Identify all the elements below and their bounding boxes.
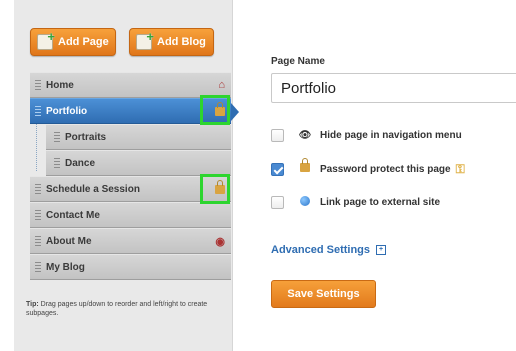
globe-icon bbox=[297, 195, 313, 209]
eye-icon: 👁 bbox=[298, 129, 312, 141]
key-icon: ⚿ bbox=[455, 161, 465, 176]
add-blog-button[interactable]: Add Blog bbox=[129, 28, 214, 56]
page-item-dance[interactable]: Dance bbox=[46, 150, 231, 176]
add-blog-label: Add Blog bbox=[157, 36, 206, 48]
advanced-settings-label: Advanced Settings bbox=[271, 244, 371, 256]
add-page-button[interactable]: Add Page bbox=[30, 28, 116, 56]
tip-body: Drag pages up/down to reorder and left/r… bbox=[26, 301, 208, 317]
page-item-contact-me[interactable]: Contact Me bbox=[30, 202, 231, 228]
highlight-box-schedule-lock bbox=[200, 174, 230, 204]
page-item-label: Schedule a Session bbox=[46, 183, 140, 195]
option-label: Link page to external site bbox=[320, 196, 441, 208]
page-item-label: Portfolio bbox=[46, 105, 88, 117]
add-blog-icon bbox=[136, 29, 154, 50]
page-item-label: Contact Me bbox=[46, 209, 100, 221]
page-item-my-blog[interactable]: My Blog bbox=[30, 254, 231, 280]
page-item-about-me[interactable]: About Me ◉ bbox=[30, 228, 231, 254]
tip-prefix: Tip: bbox=[26, 301, 39, 308]
password-protect-checkbox[interactable] bbox=[271, 162, 284, 176]
drag-handle-icon[interactable] bbox=[35, 236, 41, 246]
expand-icon: + bbox=[376, 245, 387, 255]
option-hide-in-nav[interactable]: 👁 Hide page in navigation menu bbox=[271, 126, 462, 144]
lock-icon bbox=[297, 158, 313, 175]
advanced-settings-link[interactable]: Advanced Settings + bbox=[271, 244, 387, 256]
tip-text: Tip: Drag pages up/down to reorder and l… bbox=[26, 300, 226, 318]
option-password-protect[interactable]: Password protect this page ⚿ bbox=[271, 158, 465, 178]
page-item-label: About Me bbox=[46, 235, 92, 247]
hidden-icon: ◉ bbox=[215, 235, 225, 248]
drag-handle-icon[interactable] bbox=[35, 106, 41, 116]
option-external-link[interactable]: Link page to external site bbox=[271, 193, 440, 211]
drag-handle-icon[interactable] bbox=[54, 132, 60, 142]
page-item-label: Dance bbox=[65, 157, 96, 169]
home-icon: ⌂ bbox=[218, 79, 225, 91]
drag-handle-icon[interactable] bbox=[35, 210, 41, 220]
page-item-label: Home bbox=[46, 79, 74, 91]
page-item-label: My Blog bbox=[46, 261, 85, 273]
add-page-label: Add Page bbox=[58, 36, 109, 48]
option-label: Hide page in navigation menu bbox=[320, 129, 462, 141]
save-settings-button[interactable]: Save Settings bbox=[271, 280, 376, 308]
drag-handle-icon[interactable] bbox=[54, 158, 60, 168]
page-item-portraits[interactable]: Portraits bbox=[46, 124, 231, 150]
external-link-checkbox[interactable] bbox=[271, 195, 284, 209]
highlight-box-portfolio-lock bbox=[200, 95, 230, 125]
drag-handle-icon[interactable] bbox=[35, 184, 41, 194]
page-settings-panel: Page Name 👁 Hide page in navigation menu… bbox=[234, 0, 516, 351]
option-label: Password protect this page bbox=[320, 163, 451, 175]
drag-handle-icon[interactable] bbox=[35, 262, 41, 272]
add-page-icon bbox=[37, 29, 55, 50]
drag-handle-icon[interactable] bbox=[35, 80, 41, 90]
sidebar: Add Page Add Blog Home ⌂ Portfolio Portr… bbox=[14, 0, 239, 351]
page-item-label: Portraits bbox=[65, 131, 107, 143]
page-name-label: Page Name bbox=[271, 56, 325, 67]
page-name-input[interactable] bbox=[271, 73, 516, 103]
hide-in-nav-checkbox[interactable] bbox=[271, 128, 284, 142]
